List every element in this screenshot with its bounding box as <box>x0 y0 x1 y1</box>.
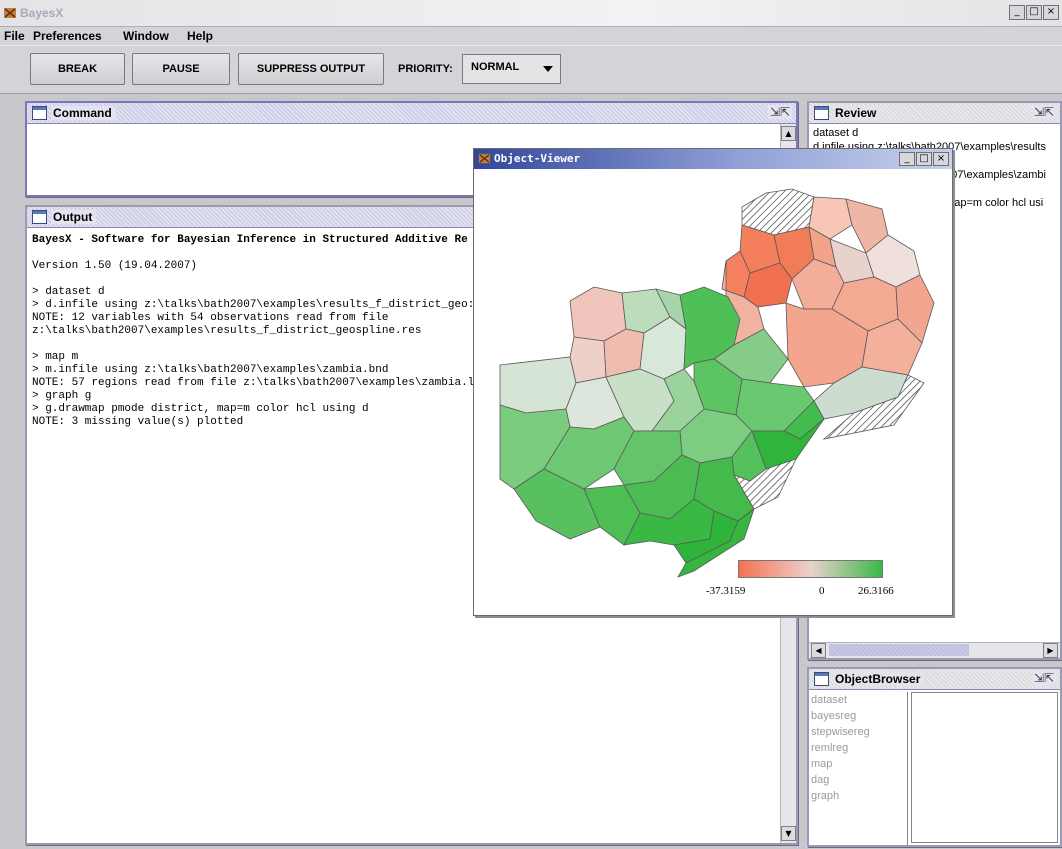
suppress-output-button[interactable]: SUPPRESS OUTPUT <box>238 53 384 85</box>
object-type-item[interactable]: map <box>809 756 907 772</box>
menu-window[interactable]: Window <box>123 29 169 43</box>
resize-icon[interactable]: ⇲⇱ <box>1031 671 1056 685</box>
window-icon <box>32 210 47 224</box>
output-title: Output <box>51 210 97 224</box>
chevron-down-icon <box>543 66 553 72</box>
resize-icon[interactable]: ⇲⇱ <box>767 105 792 119</box>
legend-color-scale <box>738 560 883 578</box>
review-titlebar[interactable]: Review ⇲⇱ <box>809 103 1060 124</box>
viewer-window-controls: _ □ × <box>899 152 949 166</box>
object-browser-window: ObjectBrowser ⇲⇱ dataset bayesreg stepwise… <box>807 667 1062 847</box>
close-button[interactable]: × <box>1043 5 1059 20</box>
scroll-thumb[interactable] <box>829 644 969 656</box>
scroll-down-icon[interactable]: ▼ <box>781 826 796 841</box>
scroll-left-icon[interactable]: ◀ <box>811 643 826 658</box>
object-type-item[interactable]: stepwisereg <box>809 724 907 740</box>
scroll-right-icon[interactable]: ▶ <box>1043 643 1058 658</box>
bayesx-app-icon <box>478 153 491 164</box>
resize-icon[interactable]: ⇲⇱ <box>1031 105 1056 119</box>
bayesx-app-icon <box>4 8 16 18</box>
review-hscrollbar[interactable]: ◀ ▶ <box>809 642 1060 658</box>
priority-value: NORMAL <box>471 61 520 73</box>
app-title: BayesX <box>20 6 64 20</box>
command-title: Command <box>51 106 116 120</box>
toolbar: BREAK PAUSE SUPPRESS OUTPUT PRIORITY: NO… <box>0 45 1062 94</box>
break-button[interactable]: BREAK <box>30 53 125 85</box>
object-browser-title: ObjectBrowser <box>833 672 925 686</box>
menu-bar: File Preferences Window Help <box>0 27 1062 45</box>
object-viewer-window: Object-Viewer _ □ × -37.3159 0 26.3166 <box>473 148 953 616</box>
object-type-item[interactable]: graph <box>809 788 907 804</box>
map-region <box>569 336 607 384</box>
object-type-item[interactable]: dag <box>809 772 907 788</box>
review-item[interactable]: dataset d <box>813 126 1060 140</box>
app-titlebar: BayesX _ □ × <box>0 0 1062 27</box>
priority-select[interactable]: NORMAL <box>462 54 561 84</box>
window-icon <box>814 672 829 686</box>
menu-preferences[interactable]: Preferences <box>33 29 102 43</box>
map-region <box>569 286 627 342</box>
object-type-item[interactable]: bayesreg <box>809 708 907 724</box>
object-type-list: dataset bayesreg stepwisereg remlreg map dag g… <box>809 692 908 845</box>
pause-button[interactable]: PAUSE <box>132 53 230 85</box>
object-type-item[interactable]: dataset <box>809 692 907 708</box>
window-icon <box>32 106 47 120</box>
legend-mid-label: 0 <box>819 585 825 597</box>
minimize-button[interactable]: _ <box>1009 5 1025 20</box>
object-instance-list[interactable] <box>911 692 1058 843</box>
menu-help[interactable]: Help <box>187 29 213 43</box>
legend-max-label: 26.3166 <box>858 585 894 597</box>
map-region <box>499 356 577 414</box>
object-viewer-title: Object-Viewer <box>494 152 581 165</box>
object-type-item[interactable]: remlreg <box>809 740 907 756</box>
app-window-controls: _ □ × <box>1009 5 1059 20</box>
legend-min-label: -37.3159 <box>706 585 746 597</box>
menu-file[interactable]: File <box>4 29 25 43</box>
review-title: Review <box>833 106 881 120</box>
maximize-button[interactable]: □ <box>916 152 932 166</box>
command-titlebar[interactable]: Command ⇲⇱ <box>27 103 796 124</box>
close-button[interactable]: × <box>933 152 949 166</box>
zambia-district-map <box>499 188 935 578</box>
object-browser-titlebar[interactable]: ObjectBrowser ⇲⇱ <box>809 669 1060 690</box>
object-viewer-titlebar[interactable]: Object-Viewer _ □ × <box>474 149 952 169</box>
scroll-up-icon[interactable]: ▲ <box>781 126 796 141</box>
maximize-button[interactable]: □ <box>1026 5 1042 20</box>
priority-label: PRIORITY: <box>398 63 453 75</box>
minimize-button[interactable]: _ <box>899 152 915 166</box>
window-icon <box>814 106 829 120</box>
